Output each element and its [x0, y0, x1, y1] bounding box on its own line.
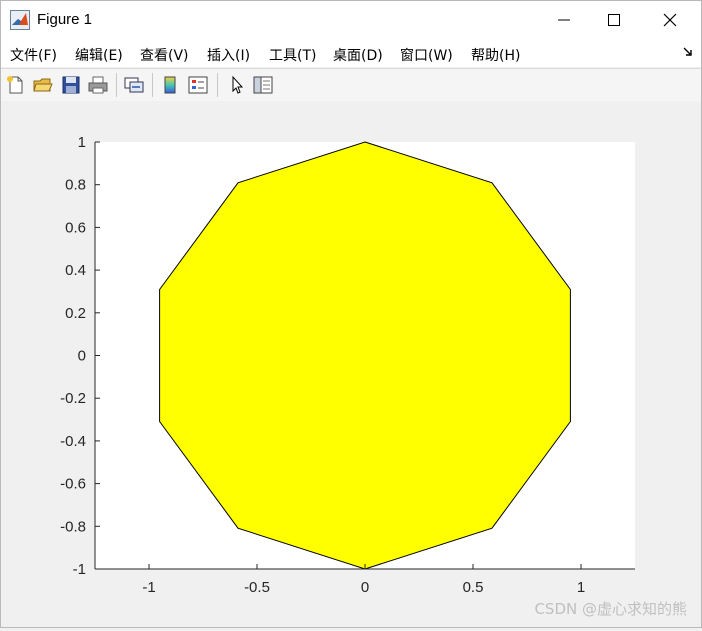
toolbar-separator: [152, 73, 153, 97]
y-tick-label: 0.6: [65, 219, 86, 236]
property-inspector-icon[interactable]: [252, 74, 274, 96]
y-tick-label: -0.6: [60, 476, 86, 493]
menu-edit[interactable]: 编辑(E): [75, 45, 123, 65]
figure-plot-area: -1 -0.5 0 0.5 1 1 0.8 0.6 0.4 0.2 0 -0.2 -0.4 -0.6 -0.…: [1, 101, 701, 627]
y-tick-label: -1: [73, 561, 86, 578]
window-title: Figure 1: [37, 11, 93, 28]
menu-tools[interactable]: 工具(T): [269, 45, 316, 65]
y-tick-label: 0.2: [65, 305, 86, 322]
y-tick-label: -0.2: [60, 390, 86, 407]
x-tick-label: 0: [361, 579, 369, 596]
figure-window: Figure 1 文件(F) 编辑(E) 查看(V) 插入(I) 工具(T) 桌…: [0, 0, 702, 628]
menu-view[interactable]: 查看(V): [140, 45, 189, 65]
new-figure-icon[interactable]: [5, 74, 27, 96]
insert-colorbar-icon[interactable]: [160, 74, 182, 96]
toolbar-separator: [116, 73, 117, 97]
maximize-icon: [608, 14, 620, 26]
edit-plot-icon[interactable]: [226, 74, 248, 96]
minimize-button[interactable]: [541, 1, 587, 39]
print-icon[interactable]: [87, 74, 109, 96]
x-tick-label: 1: [577, 579, 585, 596]
figure-toolbar: [1, 68, 701, 102]
decagon-patch: [159, 141, 571, 570]
x-tick-label: 0.5: [463, 579, 484, 596]
close-button[interactable]: [647, 1, 693, 39]
y-tick-label: 0.8: [65, 177, 86, 194]
watermark: CSDN @虚心求知的熊: [534, 600, 687, 618]
dock-arrow-icon[interactable]: [683, 47, 693, 57]
save-icon[interactable]: [60, 74, 82, 96]
maximize-button[interactable]: [591, 1, 637, 39]
close-icon: [663, 13, 677, 27]
y-tick-label: -0.8: [60, 518, 86, 535]
menu-window[interactable]: 窗口(W): [400, 45, 453, 65]
toolbar-separator: [217, 73, 218, 97]
axes[interactable]: -1 -0.5 0 0.5 1 1 0.8 0.6 0.4 0.2 0 -0.2 -0.4 -0.6 -0.…: [1, 101, 701, 627]
menu-bar: 文件(F) 编辑(E) 查看(V) 插入(I) 工具(T) 桌面(D) 窗口(W…: [1, 39, 701, 67]
menu-desktop[interactable]: 桌面(D): [333, 45, 383, 65]
y-tick-label: 1: [78, 134, 86, 151]
x-tick-label: -1: [142, 579, 155, 596]
open-file-icon[interactable]: [32, 74, 54, 96]
menu-insert[interactable]: 插入(I): [207, 45, 250, 65]
y-tick-label: 0: [78, 348, 86, 365]
menu-file[interactable]: 文件(F): [10, 45, 57, 65]
insert-legend-icon[interactable]: [187, 74, 209, 96]
matlab-logo-icon: [10, 10, 30, 30]
minimize-icon: [558, 19, 570, 21]
title-bar[interactable]: Figure 1: [1, 1, 701, 39]
link-plot-icon[interactable]: [123, 74, 145, 96]
y-tick-label: -0.4: [60, 433, 86, 450]
y-tick-label: 0.4: [65, 262, 86, 279]
x-tick-label: -0.5: [244, 579, 270, 596]
menu-help[interactable]: 帮助(H): [471, 45, 520, 65]
